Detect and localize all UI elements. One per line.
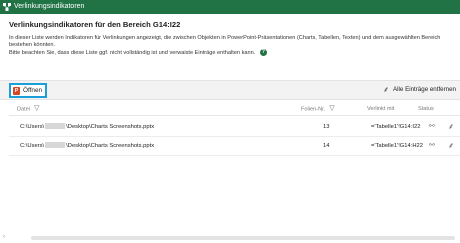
- scrollbar-thumb[interactable]: [31, 236, 455, 240]
- help-icon[interactable]: ?: [259, 49, 267, 57]
- window-title: Verlinkungsindikatoren: [14, 3, 85, 10]
- linked-range-cell: ='Tabelle1'!G14:H22: [371, 143, 424, 149]
- linked-range-cell: ='Tabelle1'!G14:I22: [371, 124, 421, 130]
- slide-number-cell: 14: [323, 143, 330, 149]
- column-header-slide[interactable]: Folien-Nr. ▽: [301, 103, 335, 115]
- open-button-label: Öffnen: [23, 87, 43, 94]
- filter-icon[interactable]: ▽: [329, 103, 334, 115]
- table-row[interactable]: C:\Users\ \Desktop\Charts Screenshots.ppt…: [9, 137, 460, 156]
- remove-all-button[interactable]: ⸙ Alle Einträge entfernen: [383, 85, 456, 95]
- slide-number-cell: 13: [323, 124, 330, 130]
- file-path-cell: C:\Users\ \Desktop\Charts Screenshots.ppt…: [20, 137, 154, 155]
- file-path-suffix: \Desktop\Charts Screenshots.pptx: [66, 143, 155, 149]
- page-heading: Verlinkungsindikatoren für den Bereich G…: [9, 20, 181, 29]
- redacted-username: [45, 142, 66, 149]
- toolbar: P Öffnen ⸙ Alle Einträge entfernen: [0, 80, 460, 100]
- app-icon: [3, 3, 11, 11]
- column-header-file[interactable]: Datei ▽: [17, 103, 39, 115]
- column-header-slide-label: Folien-Nr.: [301, 106, 326, 113]
- file-path-prefix: C:\Users\: [20, 124, 45, 130]
- link-icon: ⚯: [429, 123, 435, 130]
- description-line-1: In dieser Liste werden Indikatoren für V…: [9, 35, 441, 49]
- broom-icon: ⸙: [383, 85, 390, 94]
- table-row[interactable]: C:\Users\ \Desktop\Charts Screenshots.ppt…: [9, 118, 460, 137]
- horizontal-scrollbar[interactable]: ‹: [0, 233, 460, 243]
- file-path-prefix: C:\Users\: [20, 143, 45, 149]
- powerpoint-icon: P: [13, 86, 20, 95]
- column-header-status[interactable]: Status: [418, 103, 434, 115]
- table-header: Datei ▽ Folien-Nr. ▽ Verlinkt mit Status: [9, 103, 460, 116]
- filter-icon[interactable]: ▽: [34, 103, 39, 115]
- column-header-file-label: Datei: [17, 106, 31, 113]
- description-line-2-text: Bitte beachten Sie, dass diese Liste ggf…: [9, 50, 256, 57]
- remove-all-label: Alle Einträge entfernen: [393, 86, 456, 93]
- open-button[interactable]: P Öffnen: [9, 83, 48, 98]
- file-path-suffix: \Desktop\Charts Screenshots.pptx: [66, 124, 155, 130]
- redacted-username: [45, 123, 66, 130]
- title-bar: Verlinkungsindikatoren: [0, 0, 460, 14]
- description-line-2: Bitte beachten Sie, dass diese Liste ggf…: [9, 49, 455, 57]
- description: In dieser Liste werden Indikatoren für V…: [9, 35, 455, 58]
- file-path-cell: C:\Users\ \Desktop\Charts Screenshots.ppt…: [20, 118, 154, 136]
- link-icon: ⚯: [429, 142, 435, 149]
- broom-icon[interactable]: ⸙: [448, 118, 454, 136]
- column-header-linked[interactable]: Verlinkt mit: [367, 103, 394, 115]
- broom-icon[interactable]: ⸙: [448, 137, 454, 155]
- scroll-left-icon[interactable]: ‹: [3, 234, 5, 240]
